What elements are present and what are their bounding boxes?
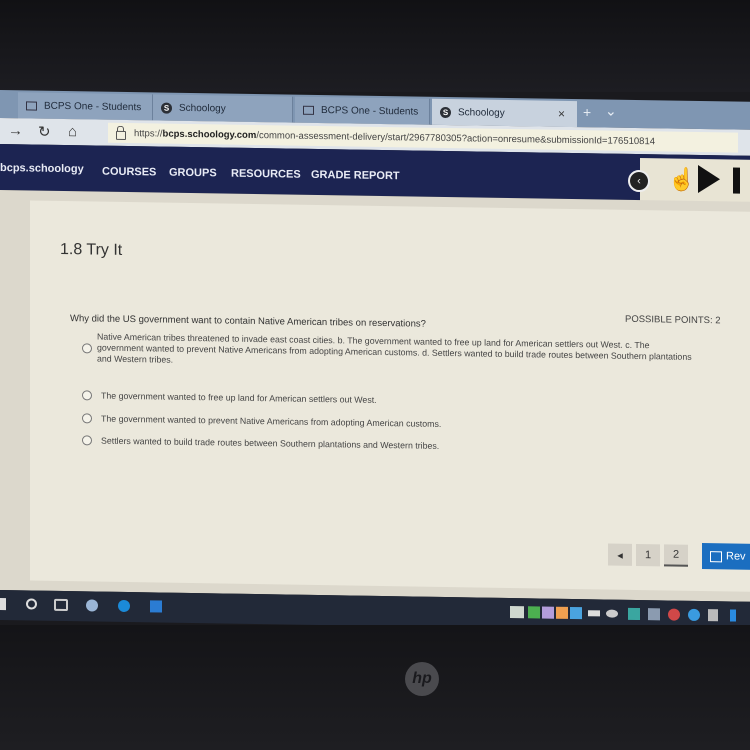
task-view-icon[interactable] xyxy=(54,598,68,612)
answer-option[interactable]: Native American tribes threatened to inv… xyxy=(82,331,692,365)
close-tab-icon[interactable]: × xyxy=(558,107,565,121)
nav-resources[interactable]: RESOURCES xyxy=(231,168,301,181)
tray-icon[interactable] xyxy=(628,607,640,621)
tray-icon[interactable] xyxy=(510,606,524,619)
pause-icon[interactable] xyxy=(733,167,740,194)
option-text: Native American tribes threatened to inv… xyxy=(97,331,692,365)
radio-button[interactable] xyxy=(82,343,92,354)
page-1-button[interactable]: 1 xyxy=(636,543,660,567)
answer-option[interactable]: The government wanted to free up land fo… xyxy=(82,390,377,405)
tray-icon[interactable] xyxy=(688,608,700,621)
url-prefix: https:// xyxy=(134,127,163,140)
new-tab-icon[interactable]: + xyxy=(583,104,591,120)
forward-icon[interactable]: → xyxy=(8,122,23,139)
review-button[interactable]: Rev xyxy=(702,543,750,570)
answer-option[interactable]: The government wanted to prevent Native … xyxy=(82,413,441,429)
answer-option[interactable]: Settlers wanted to build trade routes be… xyxy=(82,435,439,451)
browser-tab[interactable]: S Schoology xyxy=(153,94,293,123)
camera-icon[interactable] xyxy=(606,609,618,618)
assessment-title: 1.8 Try It xyxy=(60,240,123,259)
tray-icon[interactable] xyxy=(556,606,568,619)
word-icon[interactable] xyxy=(150,600,162,613)
tab-label: BCPS One - Students xyxy=(44,100,142,113)
edge-icon[interactable] xyxy=(118,599,130,613)
app-icon[interactable] xyxy=(86,599,98,612)
screen: BCPS One - Students S Schoology BCPS One… xyxy=(0,90,750,642)
question-card: 1.8 Try It POSSIBLE POINTS: 2 Why did th… xyxy=(30,200,750,592)
home-icon[interactable]: ⌂ xyxy=(68,123,77,140)
radio-button[interactable] xyxy=(82,390,92,401)
option-text: Settlers wanted to build trade routes be… xyxy=(101,435,440,451)
lock-icon xyxy=(116,130,126,140)
accessibility-toolbar: ‹ ☝ xyxy=(628,158,750,204)
review-label: Rev xyxy=(726,550,746,563)
radio-button[interactable] xyxy=(82,435,92,446)
schoology-icon: S xyxy=(440,106,451,118)
radio-button[interactable] xyxy=(82,413,92,424)
back-icon[interactable]: ‹ xyxy=(628,169,650,193)
tray-icon[interactable] xyxy=(528,606,540,619)
tab-menu-icon[interactable]: ⌄ xyxy=(605,103,617,120)
browser-tab-active[interactable]: S Schoology × xyxy=(432,98,577,128)
refresh-icon[interactable]: ↻ xyxy=(38,123,51,141)
prev-page-button[interactable]: ◂ xyxy=(608,543,632,566)
battery-icon[interactable] xyxy=(588,610,600,617)
monitor-bezel-bottom xyxy=(0,625,750,750)
url-path: /common-assessment-delivery/start/296778… xyxy=(256,129,656,147)
calendar-icon xyxy=(710,550,722,562)
option-text: The government wanted to free up land fo… xyxy=(101,390,377,405)
monitor-bezel-top xyxy=(0,0,750,92)
option-text: The government wanted to prevent Native … xyxy=(101,413,442,429)
tab-label: BCPS One - Students xyxy=(321,104,419,118)
nav-courses[interactable]: COURSES xyxy=(102,166,156,179)
hp-logo: hp xyxy=(405,662,439,696)
page-icon xyxy=(303,105,314,115)
search-icon[interactable] xyxy=(26,598,37,610)
tab-label: Schoology xyxy=(458,106,505,119)
url-domain: bcps.schoology.com xyxy=(162,128,257,141)
start-icon[interactable] xyxy=(0,598,6,611)
nav-groups[interactable]: GROUPS xyxy=(169,167,217,180)
point-hand-icon[interactable]: ☝ xyxy=(668,166,695,192)
possible-points: POSSIBLE POINTS: 2 xyxy=(625,313,721,327)
question-text: Why did the US government want to contai… xyxy=(70,313,426,330)
pagination: ◂ 1 2 xyxy=(608,543,692,567)
volume-icon[interactable] xyxy=(708,609,718,622)
tray-icon[interactable] xyxy=(542,606,554,619)
tray-icon[interactable] xyxy=(668,608,680,621)
nav-grade-report[interactable]: GRADE REPORT xyxy=(311,169,400,182)
browser-tab[interactable]: BCPS One - Students xyxy=(295,96,430,125)
network-icon[interactable] xyxy=(648,608,660,621)
assessment-page: 1.8 Try It POSSIBLE POINTS: 2 Why did th… xyxy=(0,190,750,602)
page-icon xyxy=(26,100,37,111)
schoology-icon: S xyxy=(161,102,172,114)
page-2-button[interactable]: 2 xyxy=(664,544,688,567)
browser-tab[interactable]: BCPS One - Students xyxy=(18,92,153,121)
notification-icon[interactable] xyxy=(730,609,736,622)
tray-icon[interactable] xyxy=(570,606,582,620)
brand-logo[interactable]: bcps.schoology xyxy=(0,162,84,175)
play-icon[interactable] xyxy=(698,164,720,194)
tab-label: Schoology xyxy=(179,102,226,115)
